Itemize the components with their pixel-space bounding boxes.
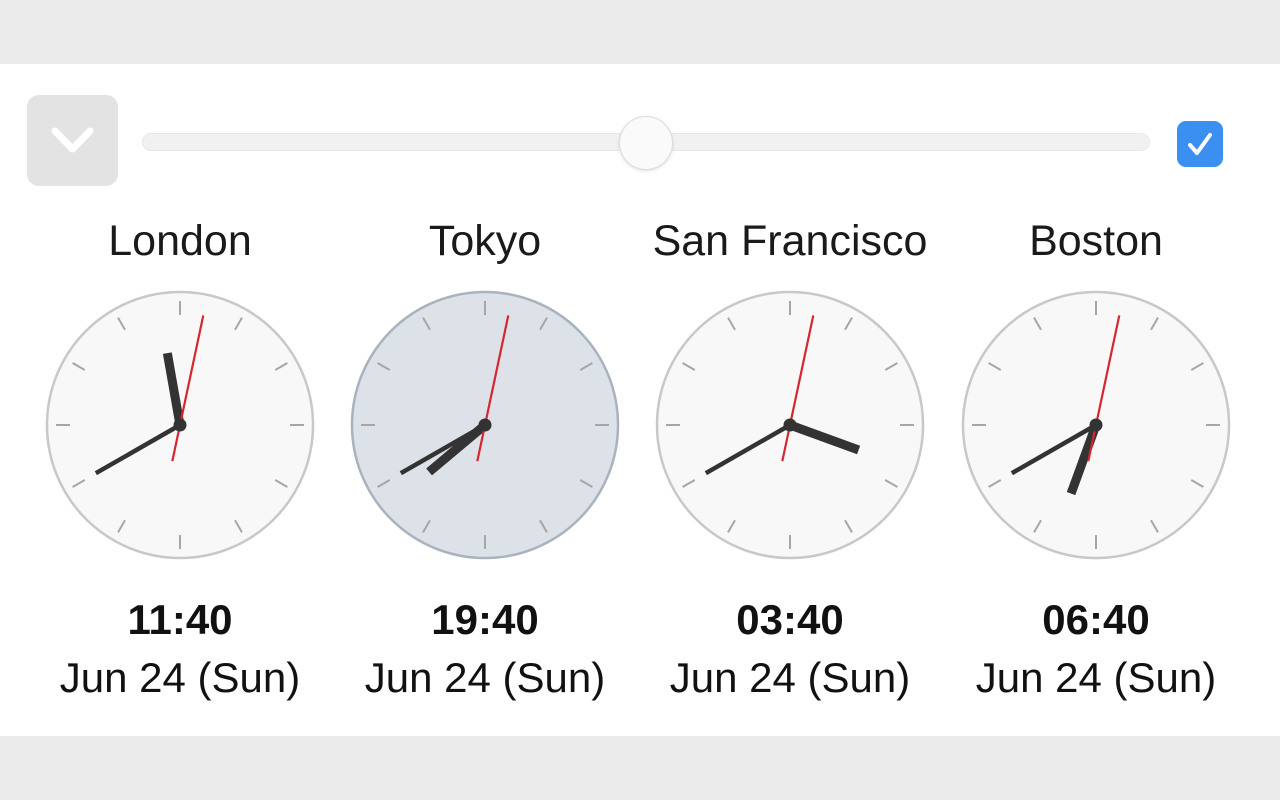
- analog-clock-face: [45, 290, 315, 560]
- date-label: Jun 24 (Sun): [975, 654, 1217, 701]
- clock-tokyo: Tokyo 19:40 Jun 24 (Sun): [340, 208, 630, 728]
- digital-time: 19:40: [431, 596, 539, 643]
- digital-time: 06:40: [1042, 596, 1150, 643]
- clock-london: London 11:40 Jun 24 (Sun): [35, 208, 325, 728]
- slider-thumb[interactable]: [619, 116, 673, 170]
- date-label: Jun 24 (Sun): [59, 654, 301, 701]
- analog-clock-face: [655, 290, 925, 560]
- analog-clock-face: [961, 290, 1231, 560]
- city-name: London: [108, 217, 252, 265]
- analog-clock-face: [350, 290, 620, 560]
- chevron-down-icon: [51, 127, 94, 153]
- clock-center: [1089, 418, 1103, 432]
- enable-checkbox[interactable]: [1177, 121, 1223, 167]
- city-name: Boston: [1029, 217, 1163, 265]
- clock-center: [478, 418, 492, 432]
- clock-center: [783, 418, 797, 432]
- checkmark-icon: [1188, 133, 1212, 155]
- date-label: Jun 24 (Sun): [364, 654, 606, 701]
- clock-san-francisco: San Francisco 03:40 Jun 24 (Sun): [645, 208, 935, 728]
- clock-center: [173, 418, 187, 432]
- city-name: San Francisco: [652, 217, 928, 265]
- time-offset-slider[interactable]: [142, 116, 1150, 170]
- city-name: Tokyo: [428, 217, 542, 265]
- digital-time: 11:40: [127, 596, 233, 643]
- collapse-button[interactable]: [27, 95, 118, 186]
- date-label: Jun 24 (Sun): [669, 654, 911, 701]
- world-clock-panel: London 11:40 Jun 24 (Sun) Tokyo 19:40 Ju…: [0, 64, 1280, 736]
- digital-time: 03:40: [736, 596, 844, 643]
- clock-boston: Boston 06:40 Jun 24 (Sun): [951, 208, 1241, 728]
